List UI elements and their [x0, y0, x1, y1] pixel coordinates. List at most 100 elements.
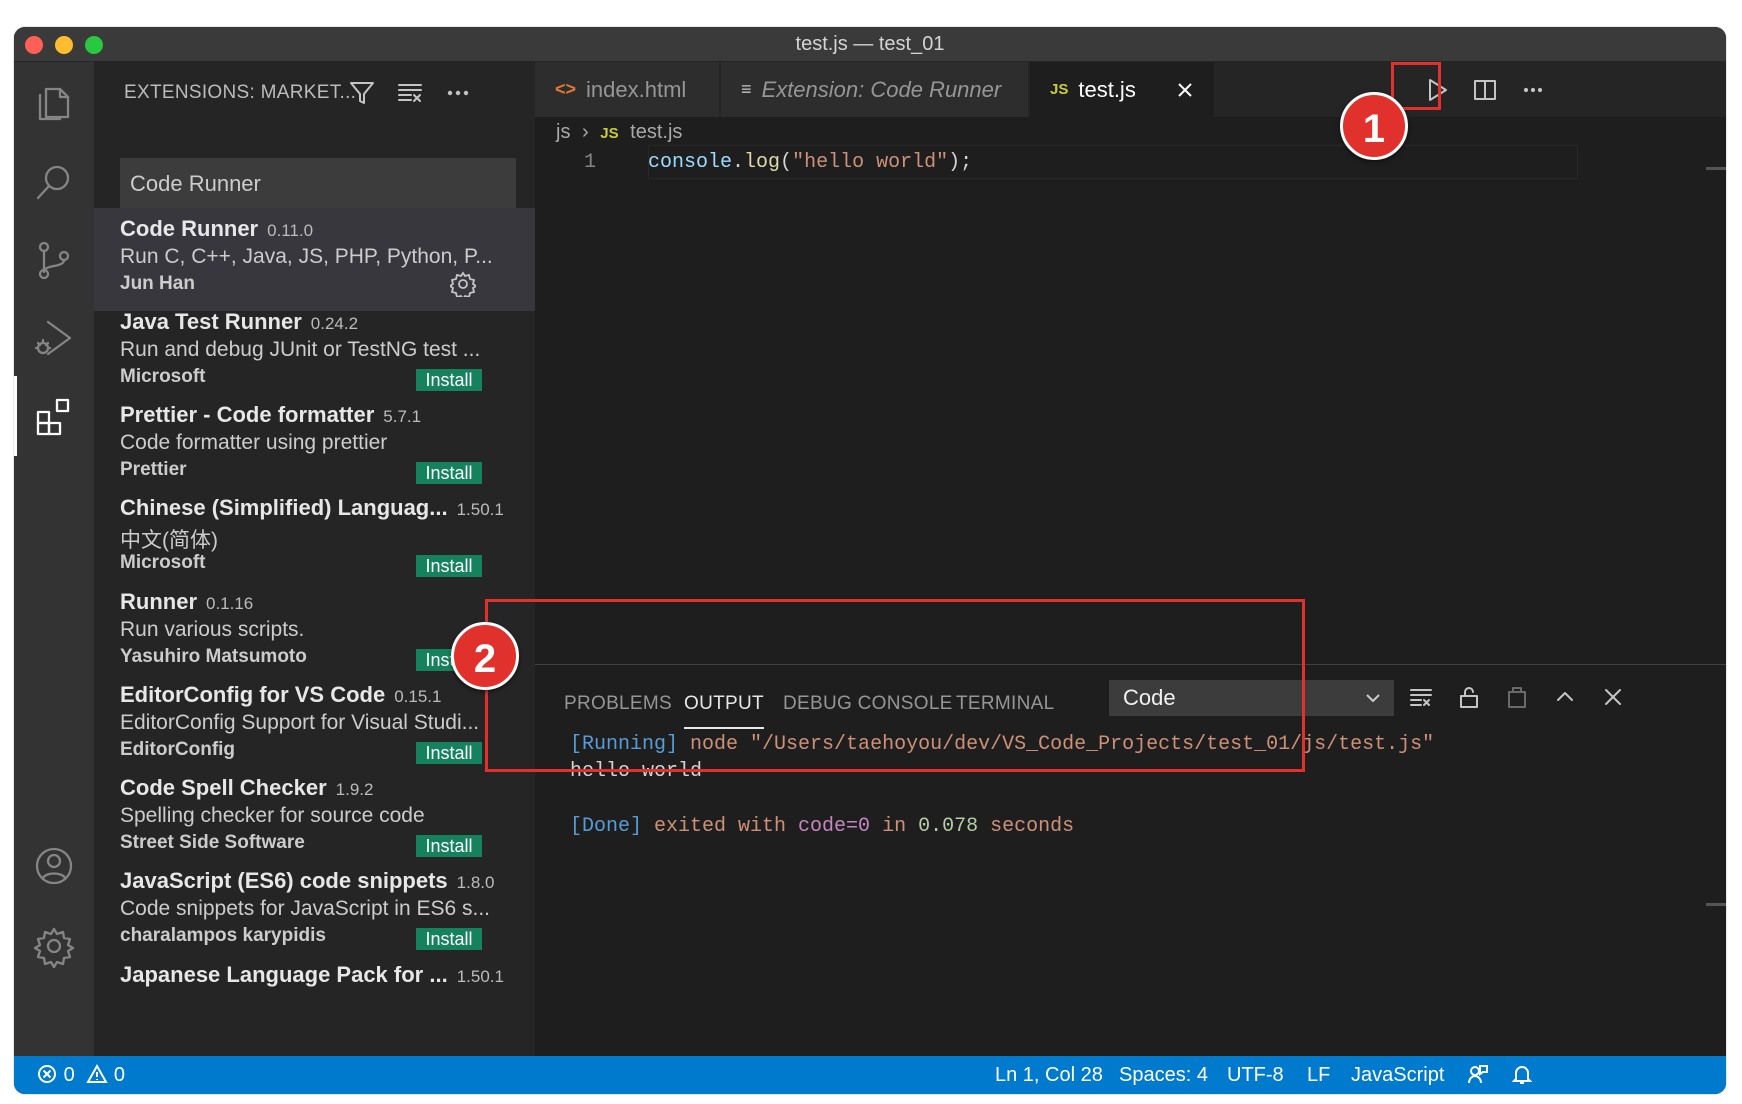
- manage-extension-button[interactable]: [448, 271, 478, 301]
- cursor-position[interactable]: Ln 1, Col 28: [995, 1056, 1103, 1094]
- extension-version: 0.11.0: [267, 221, 314, 240]
- extension-item[interactable]: EditorConfig for VS Code 0.15.1 EditorConf…: [94, 674, 535, 777]
- annotation-highlight-output: [485, 599, 1305, 772]
- extension-version: 1.50.1: [456, 967, 504, 986]
- line-number: 1: [583, 151, 596, 174]
- code-token: );: [948, 151, 973, 174]
- tab-index-html[interactable]: <> index.html: [535, 62, 720, 117]
- notifications-button[interactable]: [1511, 1056, 1533, 1094]
- install-button[interactable]: Install: [416, 928, 482, 950]
- close-panel-button[interactable]: [1592, 677, 1634, 717]
- extension-item[interactable]: Chinese (Simplified) Languag... 1.50.1 中文(…: [94, 487, 535, 590]
- activity-bar: [14, 62, 94, 1056]
- eol-status[interactable]: LF: [1307, 1056, 1330, 1094]
- encoding-status[interactable]: UTF-8: [1227, 1056, 1284, 1094]
- clear-results-button[interactable]: [393, 76, 427, 110]
- extension-item[interactable]: Java Test Runner 0.24.2 Run and debug JUni…: [94, 301, 535, 404]
- explorer-button[interactable]: [14, 62, 94, 142]
- clear-output-icon: [1410, 689, 1432, 706]
- extension-item[interactable]: JavaScript (ES6) code snippets 1.8.0 Code …: [94, 860, 535, 963]
- extension-item[interactable]: Prettier - Code formatter 5.7.1 Code forma…: [94, 394, 535, 497]
- install-button[interactable]: Install: [416, 835, 482, 857]
- account-icon: [35, 847, 73, 885]
- install-button[interactable]: Install: [416, 555, 482, 577]
- gear-icon: [33, 927, 75, 968]
- extensions-search-input[interactable]: [120, 158, 516, 210]
- filter-button[interactable]: [345, 76, 379, 110]
- extension-description: EditorConfig Support for Visual Studi...: [120, 711, 480, 734]
- extension-version: 0.1.16: [206, 594, 254, 613]
- problems-status[interactable]: 0 0: [36, 1056, 125, 1094]
- vscode-window: test.js — test_01 EXTENSIONS: MARKET...: [14, 27, 1726, 1094]
- extension-publisher: Street Side Software: [120, 832, 305, 853]
- breadcrumb: js › JS test.js: [556, 116, 682, 148]
- manage-button[interactable]: [14, 906, 94, 986]
- ellipsis-icon: [1523, 87, 1543, 93]
- extension-name: EditorConfig for VS Code 0.15.1: [120, 682, 442, 707]
- extension-version: 0.24.2: [310, 314, 359, 333]
- install-button[interactable]: Install: [416, 369, 482, 391]
- install-button[interactable]: Install: [416, 742, 482, 764]
- extension-name: Chinese (Simplified) Languag... 1.50.1: [120, 495, 504, 520]
- extensions-icon: [36, 398, 70, 436]
- code-token: "hello world": [792, 151, 949, 174]
- lock-scroll-button[interactable]: [1448, 677, 1490, 717]
- extension-name: Code Runner 0.11.0: [120, 216, 314, 241]
- minimap-slider[interactable]: [1706, 167, 1726, 170]
- code-line[interactable]: console.log("hello world");: [648, 146, 972, 180]
- split-editor-button[interactable]: [1464, 72, 1506, 108]
- run-debug-icon: [34, 320, 72, 356]
- accounts-button[interactable]: [14, 826, 94, 906]
- extension-version: 5.7.1: [383, 407, 422, 426]
- extension-publisher: Yasuhiro Matsumoto: [120, 646, 307, 667]
- extension-item[interactable]: Code Spell Checker 1.9.2 Spelling checker …: [94, 767, 535, 870]
- extension-description: 中文(简体): [120, 529, 218, 552]
- output-token: seconds: [978, 815, 1075, 838]
- more-actions-button[interactable]: [441, 76, 475, 110]
- install-button[interactable]: Install: [416, 462, 482, 484]
- extension-name: JavaScript (ES6) code snippets 1.8.0: [120, 868, 495, 893]
- tab-label: index.html: [586, 76, 687, 102]
- sidebar-title: EXTENSIONS: MARKET...: [124, 82, 357, 103]
- ellipsis-icon: [447, 90, 469, 96]
- tab-label: test.js: [1078, 76, 1136, 102]
- editor-tab-bar: <> index.html ≡ Extension: Code Runner J…: [535, 62, 1726, 117]
- error-count: 0: [63, 1064, 75, 1086]
- breadcrumb-folder[interactable]: js: [556, 121, 570, 143]
- maximize-panel-button[interactable]: [1544, 677, 1586, 717]
- tab-test-js[interactable]: JS test.js: [1030, 62, 1215, 117]
- tab-extension-code-runner[interactable]: ≡ Extension: Code Runner: [721, 62, 1029, 117]
- open-log-button[interactable]: [1496, 677, 1538, 717]
- close-icon[interactable]: [1176, 81, 1194, 99]
- language-mode[interactable]: JavaScript: [1351, 1056, 1444, 1094]
- editor-more-actions-button[interactable]: [1512, 72, 1554, 108]
- extension-item[interactable]: Code Runner 0.11.0 Run C, C++, Java, JS, P…: [94, 208, 535, 311]
- extension-name: Code Spell Checker 1.9.2: [120, 775, 374, 800]
- output-token: exited with: [642, 815, 799, 838]
- output-token: [Done]: [570, 815, 643, 838]
- extensions-button[interactable]: [14, 376, 94, 456]
- gear-icon: [448, 271, 478, 301]
- panel-scrollbar[interactable]: [1706, 903, 1726, 906]
- code-token: console: [648, 151, 733, 174]
- files-icon: [38, 87, 70, 121]
- unlock-icon: [1460, 687, 1478, 708]
- feedback-button[interactable]: [1467, 1056, 1489, 1094]
- extension-publisher: charalampos karypidis: [120, 925, 326, 946]
- extension-description: Code formatter using prettier: [120, 431, 388, 454]
- feedback-icon: [1468, 1065, 1488, 1084]
- run-debug-button[interactable]: [14, 298, 94, 378]
- source-control-button[interactable]: [14, 220, 94, 300]
- split-editor-icon: [1474, 80, 1496, 100]
- extension-name: Prettier - Code formatter 5.7.1: [120, 402, 422, 427]
- indentation-status[interactable]: Spaces: 4: [1119, 1056, 1208, 1094]
- clear-output-button[interactable]: [1400, 677, 1442, 717]
- annotation-badge-2: 2: [451, 622, 519, 690]
- close-icon: [1605, 689, 1621, 705]
- extension-item[interactable]: Japanese Language Pack for ... 1.50.1: [94, 954, 535, 1056]
- extension-publisher: Jun Han: [120, 273, 195, 294]
- extensions-sidebar: EXTENSIONS: MARKET... Code Runner0.11.0 R…: [94, 62, 535, 1056]
- search-button[interactable]: [14, 142, 94, 222]
- breadcrumb-file[interactable]: test.js: [630, 121, 682, 143]
- bell-icon: [1511, 1066, 1533, 1084]
